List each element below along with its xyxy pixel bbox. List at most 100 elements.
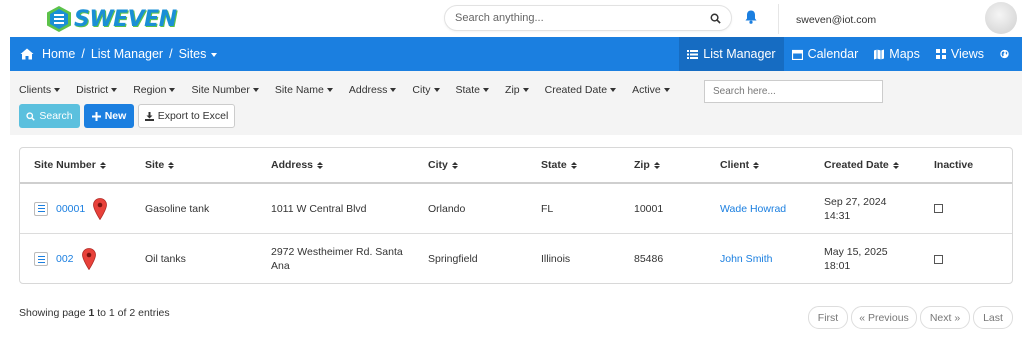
nav-views[interactable]: Views (928, 37, 992, 71)
nav-calendar[interactable]: Calendar (784, 37, 867, 71)
breadcrumb-list-manager[interactable]: List Manager (91, 47, 163, 61)
inactive-checkbox[interactable] (934, 254, 943, 264)
created-date: Sep 27, 2024 (824, 195, 887, 208)
filter-label: District (76, 84, 109, 96)
globe-button[interactable] (992, 37, 1022, 71)
global-search[interactable] (444, 5, 732, 31)
filter-search-input[interactable] (704, 80, 883, 103)
chevron-down-icon (522, 88, 529, 92)
filter-label: Region (133, 84, 167, 96)
column-header-city[interactable]: City (428, 148, 458, 182)
new-button-label: New (104, 110, 127, 122)
sort-icon (451, 161, 458, 169)
filter-created-date[interactable]: Created Date (544, 84, 617, 96)
chevron-down-icon (390, 88, 397, 92)
chevron-down-icon (54, 88, 61, 92)
search-icon[interactable] (710, 13, 721, 24)
filter-site-name[interactable]: Site Name (275, 84, 333, 96)
chevron-down-icon (326, 88, 333, 92)
inactive-cell (934, 234, 943, 284)
sort-icon (168, 161, 175, 169)
document-icon[interactable] (34, 201, 48, 216)
new-button[interactable]: New (84, 104, 134, 128)
download-icon (144, 111, 154, 121)
filter-city[interactable]: City (412, 84, 440, 96)
navbar: Home / List Manager / Sites List Manager… (10, 37, 1022, 71)
chevron-down-icon (111, 88, 118, 92)
pagination-info-middle: to (94, 307, 109, 319)
site-number-link[interactable]: 00001 (56, 202, 85, 216)
client-link[interactable]: John Smith (720, 234, 773, 284)
nav-views-label: Views (950, 47, 984, 61)
breadcrumb-sites[interactable]: Sites (179, 47, 218, 61)
sort-icon (99, 161, 106, 169)
filter-label: State (455, 84, 481, 96)
nav-list-manager[interactable]: List Manager (679, 37, 784, 71)
column-header-site[interactable]: Site (145, 148, 175, 182)
list-icon (687, 50, 699, 59)
top-header: SWEVEN sweven@iot.com (0, 0, 1024, 37)
filter-site-number[interactable]: Site Number (191, 84, 259, 96)
pager-previous-button[interactable]: « Previous (851, 306, 917, 329)
filter-label: Clients (19, 84, 52, 96)
filter-panel: Clients District Region Site Number Site… (10, 71, 1022, 135)
column-header-site-number[interactable]: Site Number (34, 148, 106, 182)
column-header-state[interactable]: State (541, 148, 577, 182)
views-icon (935, 49, 946, 59)
breadcrumb-separator: / (169, 47, 173, 61)
user-email[interactable]: sweven@iot.com (796, 14, 876, 26)
filter-state[interactable]: State (456, 84, 490, 96)
chevron-down-icon (252, 88, 259, 92)
pager-next-button[interactable]: Next » (920, 306, 970, 329)
column-label: State (541, 159, 567, 171)
export-excel-button[interactable]: Export to Excel (138, 104, 235, 128)
sites-table: Site Number Site Address City State Zip … (19, 147, 1013, 284)
created-date-cell: Sep 27, 2024 14:31 (824, 184, 886, 233)
pager-first-button[interactable]: First (808, 306, 848, 329)
map-pin-icon[interactable] (81, 248, 96, 270)
global-search-input[interactable] (455, 12, 710, 24)
search-button[interactable]: Search (19, 104, 80, 128)
filter-active[interactable]: Active (632, 84, 670, 96)
filter-label: Active (632, 84, 661, 96)
column-header-created-date[interactable]: Created Date (824, 148, 899, 182)
site-number-cell: 00001 (34, 184, 108, 233)
avatar[interactable] (985, 2, 1017, 34)
zip-cell: 10001 (634, 202, 664, 215)
breadcrumb: Home / List Manager / Sites (20, 37, 218, 71)
nav-maps[interactable]: Maps (866, 37, 928, 71)
bell-icon[interactable] (744, 9, 758, 25)
state-cell: Illinois (541, 253, 571, 265)
logo[interactable]: SWEVEN (46, 4, 177, 34)
sort-icon (653, 161, 660, 169)
header-divider (778, 4, 779, 34)
nav-maps-label: Maps (889, 47, 920, 61)
filter-label: Created Date (544, 84, 608, 96)
column-header-zip[interactable]: Zip (634, 148, 660, 182)
home-icon[interactable] (20, 48, 34, 60)
column-header-client[interactable]: Client (720, 148, 760, 182)
breadcrumb-home[interactable]: Home (42, 47, 75, 61)
filter-zip[interactable]: Zip (505, 84, 529, 96)
nav-list-manager-label: List Manager (703, 47, 776, 61)
filter-district[interactable]: District (76, 84, 118, 96)
table-row[interactable]: 00001 Gasoline tank 1011 W Central Blvd … (20, 182, 1012, 233)
client-link[interactable]: Wade Howrad (720, 184, 786, 233)
filter-label: City (412, 84, 431, 96)
state-cell: FL (541, 202, 554, 215)
inactive-checkbox[interactable] (934, 204, 943, 213)
site-number-link[interactable]: 002 (56, 252, 74, 266)
filter-clients[interactable]: Clients (19, 84, 61, 96)
document-icon[interactable] (34, 252, 48, 266)
column-label: Client (720, 159, 750, 171)
pager-last-button[interactable]: Last (973, 306, 1013, 329)
nav-calendar-label: Calendar (807, 47, 859, 61)
table-row[interactable]: 002 Oil tanks 2972 Westheimer Rd. Santa … (20, 233, 1012, 284)
created-time: 18:01 (824, 260, 851, 272)
column-label: Site (145, 159, 165, 171)
created-time: 14:31 (824, 209, 851, 222)
column-header-address[interactable]: Address (271, 148, 324, 182)
map-pin-icon[interactable] (93, 197, 108, 220)
filter-address[interactable]: Address (349, 84, 397, 96)
filter-region[interactable]: Region (133, 84, 176, 96)
